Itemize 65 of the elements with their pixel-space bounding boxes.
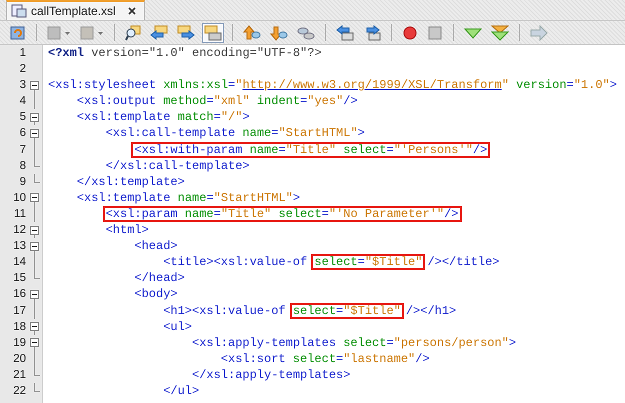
- code-text: </xsl:apply-templates>: [192, 368, 350, 382]
- line-number: 17: [12, 304, 27, 318]
- arrow-up-icon[interactable]: [241, 22, 263, 42]
- line-number: 6: [18, 126, 27, 142]
- highlight-box: <xsl:param name="Title" select="'No Parameter'"/>: [102, 206, 462, 222]
- line-number: 16: [12, 287, 27, 302]
- line-number: 20: [12, 352, 27, 367]
- line-number: 8: [18, 158, 27, 174]
- collapse-icon[interactable]: [30, 193, 39, 202]
- line-number: 9: [18, 174, 27, 190]
- line-number: 10: [12, 190, 27, 206]
- line-number: 4: [18, 94, 27, 110]
- line-number: 11: [13, 206, 27, 222]
- code-text: <h1><xsl:value-of: [163, 304, 287, 318]
- shift-left-icon[interactable]: [334, 22, 356, 42]
- collapse-icon[interactable]: [30, 80, 39, 90]
- line-number: 5: [18, 110, 27, 126]
- line-number: 22: [12, 384, 27, 399]
- file-icon: [11, 4, 27, 18]
- find-previous-icon[interactable]: [148, 22, 170, 42]
- file-tab[interactable]: callTemplate.xsl: [6, 0, 145, 20]
- collapse-icon[interactable]: [30, 112, 39, 122]
- code-text: <body>: [134, 287, 178, 302]
- highlight-box: select="$Title": [290, 302, 404, 318]
- line-number: 15: [12, 271, 27, 286]
- code-text: <ul>: [163, 320, 192, 334]
- line-number: 13: [12, 239, 27, 254]
- code-text: <xsl:template match="/">: [76, 110, 250, 124]
- code-text: </xsl:template>: [76, 174, 185, 189]
- line-number: 12: [12, 223, 27, 238]
- line-number: 3: [18, 78, 27, 94]
- highlight-box: <xsl:with-param name="Title" select="'Persons'"/>: [131, 142, 490, 158]
- line-number: 7: [18, 142, 27, 158]
- collapse-icon[interactable]: [30, 338, 39, 348]
- search-icon[interactable]: [123, 22, 143, 42]
- code-text: <?xml version="1.0" encoding="UTF-8"?>: [48, 46, 322, 60]
- line-number: 21: [12, 368, 27, 383]
- collapse-icon[interactable]: [30, 290, 39, 299]
- line-number: 2: [18, 62, 27, 78]
- code-text: <xsl:sort select="lastname"/>: [220, 352, 430, 366]
- code-text: </head>: [134, 271, 185, 286]
- line-number: 18: [12, 320, 27, 335]
- collapse-icon[interactable]: [30, 322, 39, 332]
- line-number: 14: [12, 255, 27, 270]
- code-text: /></h1>: [406, 304, 456, 318]
- collapse-icon[interactable]: [30, 226, 39, 235]
- code-text: <head>: [134, 239, 178, 254]
- code-text: <html>: [106, 223, 149, 238]
- collapse-icon[interactable]: [30, 128, 39, 138]
- code-text: /></title>: [427, 255, 500, 270]
- line-number: 1: [18, 46, 27, 61]
- close-icon[interactable]: [128, 7, 136, 15]
- code-text: </ul>: [163, 384, 200, 398]
- code-text: <xsl:output method="xml" indent="yes"/>: [76, 94, 358, 108]
- code-text: <title><xsl:value-of: [163, 255, 308, 270]
- code-text: </xsl:call-template>: [106, 158, 250, 173]
- code-text: <xsl:template name="StartHTML">: [76, 190, 300, 205]
- code-text: <xsl:apply-templates select="persons/person">: [192, 336, 516, 350]
- highlight-box: select="$Title": [311, 254, 426, 270]
- double-triangle-icon[interactable]: [489, 22, 511, 42]
- collapse-icon[interactable]: [30, 242, 39, 251]
- find-next-icon[interactable]: [175, 22, 197, 42]
- line-number: 19: [12, 336, 27, 351]
- code-text: <xsl:call-template name="StartHTML">: [106, 126, 365, 140]
- code-text: <xsl:stylesheet xmlns:xsl="http://www.w3.org/1999/XSL/Transform" version="1.0">: [48, 78, 617, 92]
